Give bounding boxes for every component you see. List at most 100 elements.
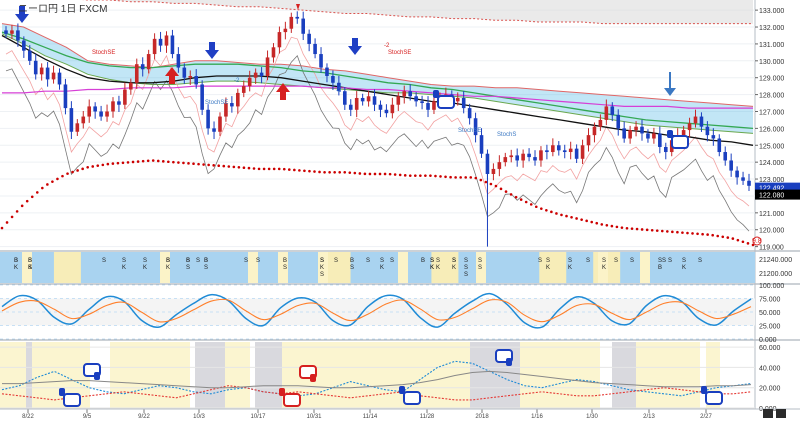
parabolic-dot: [30, 195, 34, 199]
parabolic-dot: [570, 215, 573, 219]
candle-body: [218, 116, 222, 132]
candle-body: [420, 101, 424, 104]
signal-letter: S: [630, 258, 634, 264]
signal-letter: S: [568, 258, 572, 264]
parabolic-dot: [46, 183, 49, 186]
candle-body: [699, 116, 704, 127]
parabolic-dot: [746, 242, 750, 245]
parabolic-dot: [96, 164, 100, 167]
parabolic-dot: [620, 226, 624, 229]
signal-letter: S: [196, 258, 200, 264]
signal-letter: K: [602, 265, 606, 271]
parabolic-dot: [504, 190, 508, 193]
parabolic-dot: [232, 165, 236, 169]
signal-letter: S: [478, 258, 482, 264]
signal-letter: K: [430, 265, 434, 271]
candle-body: [117, 101, 121, 105]
scroll-button-right-icon: [776, 409, 786, 418]
annotation-label: StochS: [497, 132, 516, 138]
candle-body: [188, 76, 193, 78]
candle-body: [271, 47, 276, 58]
x-tick-label: 10/17: [250, 414, 266, 419]
annotation-label: StochSE: [388, 50, 411, 56]
signal-letter: S: [256, 258, 260, 264]
parabolic-dot: [408, 174, 412, 177]
candle-body: [717, 138, 722, 153]
parabolic-dot: [640, 228, 644, 231]
candle-body: [622, 128, 626, 139]
parabolic-dot: [358, 172, 362, 175]
signal-letter: S: [668, 258, 672, 264]
parabolic-dot: [600, 223, 604, 226]
candle-body: [461, 97, 466, 109]
candle-body: [129, 82, 133, 90]
candle-body: [378, 104, 383, 110]
parabolic-dot: [0, 226, 4, 230]
candle-body: [539, 150, 543, 161]
signal-letter: S: [380, 258, 384, 264]
y-tick-label-stoch: 100.000: [759, 283, 784, 290]
parabolic-dot: [262, 167, 266, 171]
signal-letter: K: [166, 265, 170, 271]
candle-body: [515, 155, 519, 161]
parabolic-dot: [282, 167, 286, 171]
dmi-region: [255, 342, 282, 408]
signal-letter: S: [320, 258, 324, 264]
chart-title-fragment: ニーロ円 1日 FXCM: [18, 4, 107, 15]
parabolic-dot: [666, 230, 669, 233]
candle-body: [230, 103, 234, 107]
signal-letter: S: [186, 258, 190, 264]
candle-body: [247, 77, 252, 87]
parabolic-dot: [529, 203, 533, 206]
parabolic-dot: [469, 176, 473, 179]
annotation-label: -2: [384, 43, 390, 49]
candle-body: [402, 91, 407, 97]
parabolic-dot: [66, 172, 69, 175]
annotation-label: 9.8: [752, 238, 762, 245]
candle-body: [331, 76, 335, 83]
candle-body: [527, 153, 531, 158]
candle-body: [253, 72, 258, 78]
candle-body: [687, 123, 692, 131]
parabolic-dot: [671, 230, 674, 234]
candle-body: [467, 108, 472, 119]
x-tick-label: 2/13: [643, 414, 655, 419]
candle-body: [640, 126, 644, 134]
parabolic-dot: [555, 212, 558, 215]
candle-body: [182, 67, 187, 78]
parabolic-dot: [111, 162, 115, 165]
parabolic-dot: [494, 184, 498, 188]
candle-body: [503, 157, 508, 163]
candle-body: [206, 109, 210, 129]
signal-letter: S: [546, 258, 550, 264]
candle-body: [396, 96, 401, 105]
dmi-region: [26, 342, 32, 408]
candle-body: [33, 60, 38, 75]
parabolic-dot: [550, 210, 553, 214]
signal-letter: S: [586, 258, 590, 264]
annotation-label: StochSE: [458, 128, 481, 134]
annotation-label: StochSE: [92, 50, 115, 56]
stoch-middle-band: [0, 298, 755, 326]
y-tick-label-stoch: 25.000: [759, 324, 781, 331]
signal-letter: K: [122, 265, 126, 271]
signal-letter: S: [334, 258, 338, 264]
candle-body: [741, 177, 745, 181]
parabolic-dot: [348, 171, 352, 174]
parabolic-dot: [419, 174, 422, 177]
signal-letter: S: [320, 272, 324, 278]
signal-letter: S: [350, 265, 354, 271]
parabolic-dot: [449, 175, 452, 179]
y-tick-label-price: 120.000: [759, 228, 784, 235]
candle-body: [45, 67, 50, 80]
candle-body: [319, 54, 323, 68]
parabolic-dot: [141, 159, 145, 163]
signal-strip-band: [53, 252, 81, 283]
thumbs-up-icon-thumb: [399, 386, 405, 394]
parabolic-dot: [197, 162, 200, 166]
candle-body: [652, 133, 656, 139]
parabolic-dot: [41, 186, 44, 190]
y-tick-label-price: 130.000: [759, 59, 784, 66]
parabolic-dot: [645, 228, 649, 232]
signal-letter: K: [452, 265, 456, 271]
